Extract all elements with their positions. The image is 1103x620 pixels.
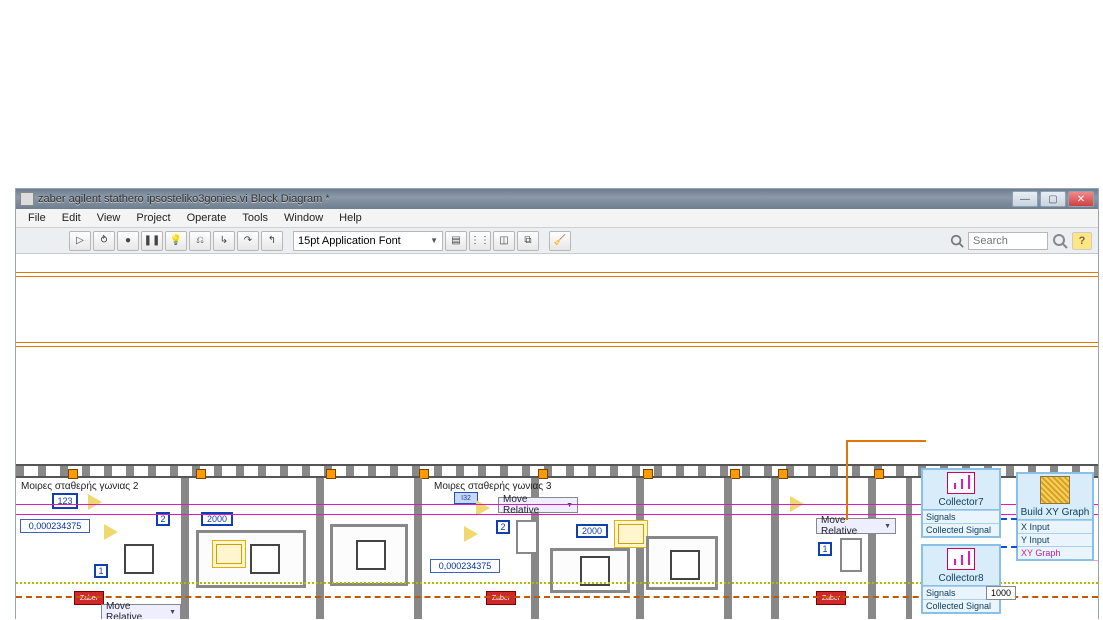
move-relative-selector[interactable]: Move Relative — [498, 497, 578, 513]
menu-help[interactable]: Help — [331, 210, 370, 226]
menu-edit[interactable]: Edit — [54, 210, 89, 226]
numeric-constant[interactable]: 2 — [496, 520, 510, 534]
wire — [16, 346, 1098, 347]
numeric-constant[interactable]: 2000 — [576, 524, 608, 538]
bundle-node[interactable] — [840, 538, 862, 572]
panel-title: Collector7 — [923, 496, 999, 510]
resize-button[interactable]: ◫ — [493, 231, 515, 251]
maximize-button[interactable]: ▢ — [1040, 191, 1066, 207]
move-relative-selector[interactable]: Move Relative — [101, 604, 181, 619]
panel-row[interactable]: Y Input — [1018, 533, 1092, 546]
search-icon — [950, 234, 964, 248]
compound-arithmetic-node[interactable] — [104, 524, 118, 540]
search-input[interactable] — [968, 232, 1048, 250]
wire — [1001, 546, 1017, 548]
reorder-button[interactable]: ⧉ — [517, 231, 539, 251]
menu-operate[interactable]: Operate — [179, 210, 235, 226]
font-picker[interactable]: 15pt Application Font — [293, 231, 443, 251]
compound-arithmetic-node[interactable] — [464, 526, 478, 542]
numeric-constant[interactable]: 1 — [818, 542, 832, 556]
wire — [1001, 518, 1017, 520]
panel-row[interactable]: XY Graph — [1018, 546, 1092, 559]
subvi-node[interactable] — [250, 544, 280, 574]
label-angle-2: Μοιρες σταθερής γωνιας 2 — [21, 481, 138, 492]
xy-graph-icon — [1040, 476, 1070, 504]
menu-tools[interactable]: Tools — [234, 210, 276, 226]
window-title: zaber agilent stathero ipsosteliko3gonie… — [38, 193, 1012, 205]
run-continuous-button[interactable]: ⥁ — [93, 231, 115, 251]
i32-typecast[interactable]: I32 — [454, 492, 478, 504]
zaber-subvi[interactable]: Zaber — [486, 591, 516, 605]
menu-view[interactable]: View — [89, 210, 129, 226]
menubar: File Edit View Project Operate Tools Win… — [16, 209, 1098, 228]
panel-row[interactable]: Collected Signal — [923, 599, 999, 612]
collector-icon — [947, 472, 975, 494]
titlebar[interactable]: zaber agilent stathero ipsosteliko3gonie… — [16, 189, 1098, 209]
step-out-button[interactable]: ↰ — [261, 231, 283, 251]
tunnel[interactable] — [196, 469, 206, 479]
wire — [846, 440, 848, 520]
search-go-icon[interactable] — [1052, 233, 1068, 249]
highlight-button[interactable]: 💡 — [165, 231, 187, 251]
collector8-panel[interactable]: Collector8 Signals Collected Signal — [921, 544, 1001, 614]
wire — [16, 272, 1098, 273]
wire — [846, 440, 926, 442]
wait-ms-node[interactable] — [212, 540, 246, 568]
numeric-constant[interactable]: 0,000234375 — [20, 519, 90, 533]
numeric-constant[interactable]: 1 — [94, 564, 108, 578]
retain-wire-button[interactable]: ⎌ — [189, 231, 211, 251]
panel-row[interactable]: X Input — [1018, 520, 1092, 533]
zaber-subvi[interactable]: Zaber — [816, 591, 846, 605]
wait-ms-node[interactable] — [614, 520, 648, 548]
distribute-button[interactable]: ⋮⋮ — [469, 231, 491, 251]
toolbar: ▷ ⥁ ● ❚❚ 💡 ⎌ ↳ ↷ ↰ 15pt Application Font… — [16, 228, 1098, 254]
numeric-constant[interactable]: 1000 — [986, 586, 1016, 600]
subvi-node[interactable] — [356, 540, 386, 570]
wire — [16, 276, 1098, 277]
close-button[interactable]: ✕ — [1068, 191, 1094, 207]
collector7-panel[interactable]: Collector7 Signals Collected Signal — [921, 468, 1001, 538]
tunnel[interactable] — [326, 469, 336, 479]
tunnel[interactable] — [538, 469, 548, 479]
panel-row[interactable]: Signals — [923, 510, 999, 523]
pause-button[interactable]: ❚❚ — [141, 231, 163, 251]
abort-button[interactable]: ● — [117, 231, 139, 251]
tunnel[interactable] — [643, 469, 653, 479]
tunnel[interactable] — [778, 469, 788, 479]
panel-row[interactable]: Collected Signal — [923, 523, 999, 536]
label-angle-3: Μοιρες σταθερής γωνιας 3 — [434, 481, 551, 492]
numeric-constant[interactable]: 0,000234375 — [430, 559, 500, 573]
wire — [1094, 560, 1098, 561]
step-over-button[interactable]: ↷ — [237, 231, 259, 251]
build-xy-graph-panel[interactable]: Build XY Graph X Input Y Input XY Graph — [1016, 472, 1094, 561]
block-diagram-canvas[interactable]: Μοιρες σταθερής γωνιας 2 123 0,000234375… — [16, 254, 1098, 619]
step-into-button[interactable]: ↳ — [213, 231, 235, 251]
zaber-subvi[interactable]: Zaber — [74, 591, 104, 605]
minimize-button[interactable]: — — [1012, 191, 1038, 207]
app-window: zaber agilent stathero ipsosteliko3gonie… — [15, 188, 1099, 619]
cleanup-button[interactable]: 🧹 — [549, 231, 571, 251]
align-button[interactable]: ▤ — [445, 231, 467, 251]
tunnel[interactable] — [68, 469, 78, 479]
wire — [16, 342, 1098, 343]
panel-title: Collector8 — [923, 572, 999, 586]
move-relative-selector[interactable]: Move Relative — [816, 518, 896, 534]
menu-window[interactable]: Window — [276, 210, 331, 226]
collector-icon — [947, 548, 975, 570]
subvi-node[interactable] — [124, 544, 154, 574]
context-help-button[interactable]: ? — [1072, 232, 1092, 250]
compound-arithmetic-node[interactable] — [88, 494, 102, 510]
subvi-node[interactable] — [670, 550, 700, 580]
menu-file[interactable]: File — [20, 210, 54, 226]
menu-project[interactable]: Project — [128, 210, 178, 226]
app-icon — [20, 192, 34, 206]
run-button[interactable]: ▷ — [69, 231, 91, 251]
panel-title: Build XY Graph — [1018, 506, 1092, 520]
numeric-control[interactable]: 123 — [52, 493, 78, 509]
bundle-node[interactable] — [516, 520, 538, 554]
